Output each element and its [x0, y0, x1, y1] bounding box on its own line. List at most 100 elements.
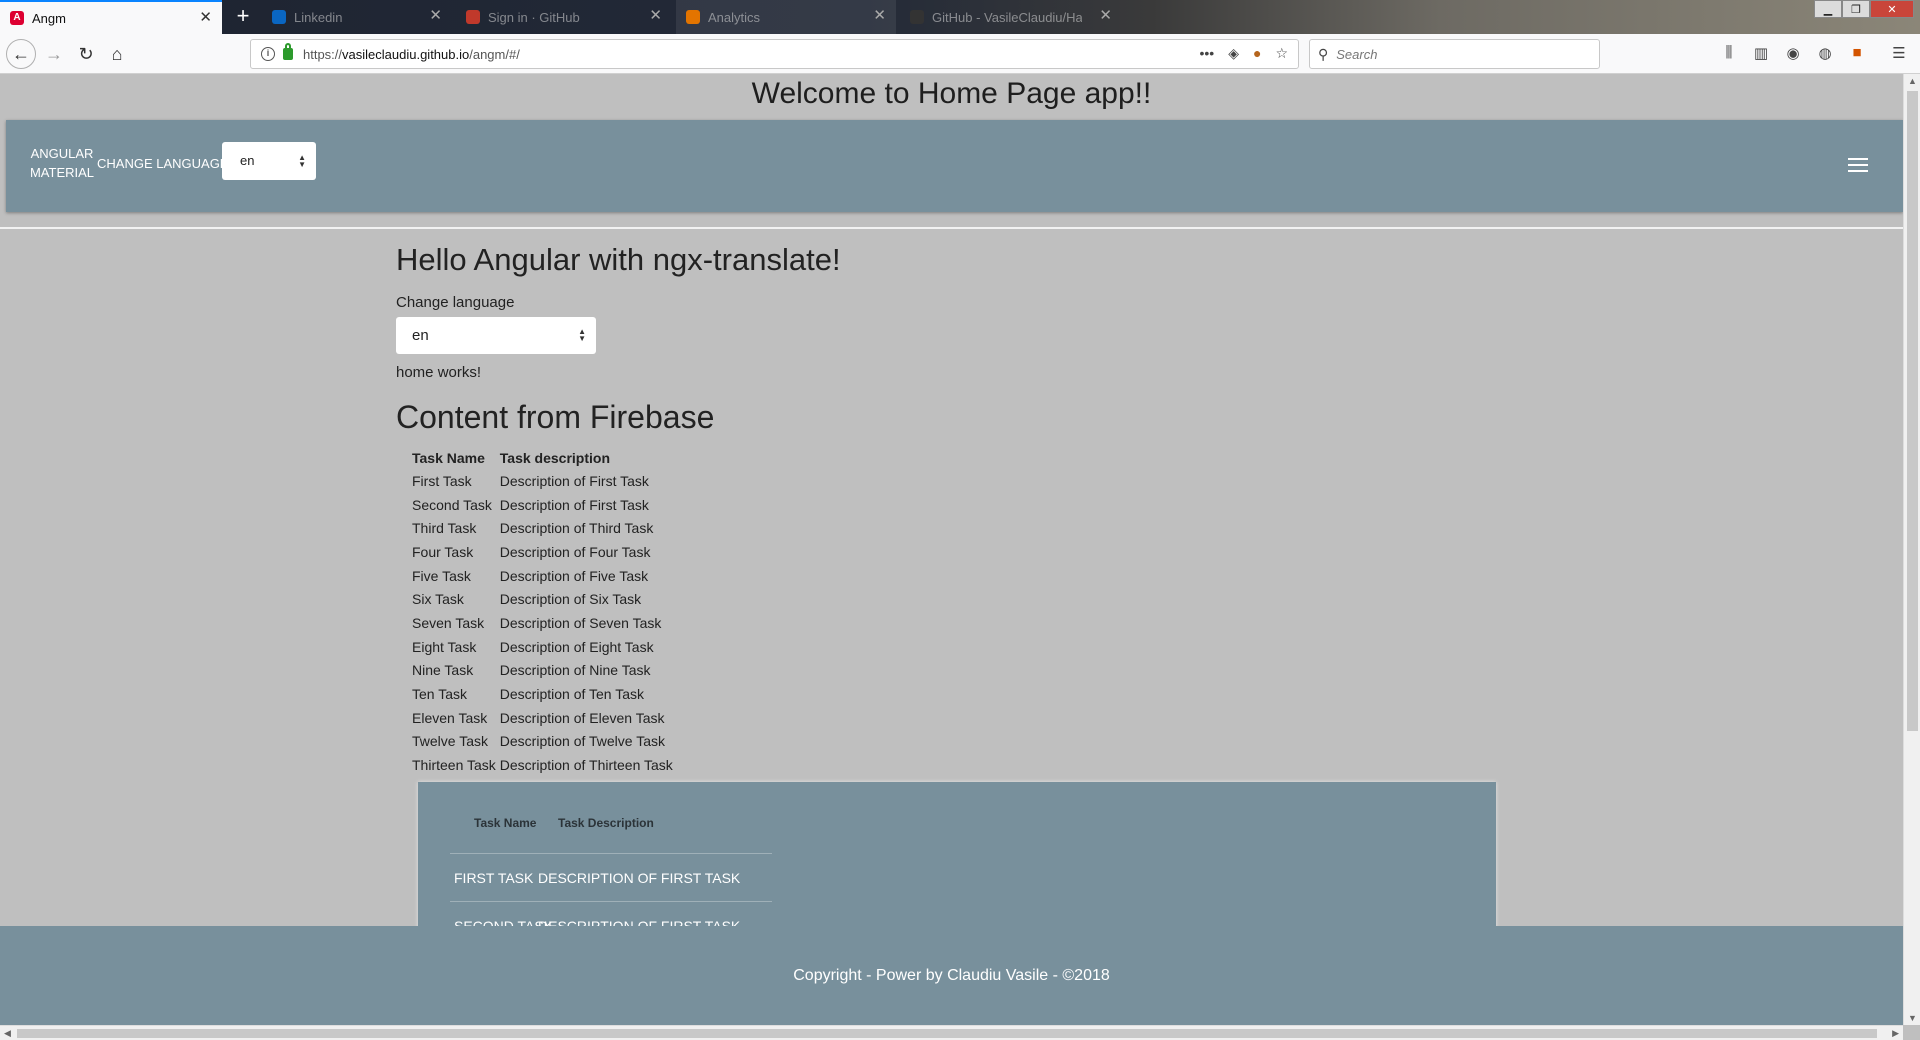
scroll-down-icon[interactable]: ▼: [1908, 1013, 1917, 1023]
sync-icon[interactable]: ◍: [1816, 44, 1834, 62]
close-tab-icon[interactable]: ✕: [873, 8, 886, 24]
back-icon[interactable]: ←: [6, 39, 36, 69]
task-name-cell: Five Task: [412, 567, 471, 584]
library-icon[interactable]: ⫼: [1720, 44, 1738, 62]
toolbar-language-select[interactable]: en ▲ ▼: [222, 142, 316, 180]
close-window-icon[interactable]: ✕: [1870, 0, 1914, 18]
footer: Copyright - Power by Claudiu Vasile - ©2…: [0, 926, 1903, 1025]
reload-icon[interactable]: ↻: [72, 40, 100, 68]
home-icon[interactable]: ⌂: [103, 40, 131, 68]
page-title: Welcome to Home Page app!!: [751, 77, 1152, 110]
column-header: Task Name: [412, 450, 485, 466]
task-name-cell: Third Task: [412, 520, 477, 537]
tab-github-signin[interactable]: Sign in · GitHub ✕: [456, 0, 672, 34]
table-row: Eight Task Description of Eight Task: [410, 635, 675, 659]
task-name-cell: Four Task: [412, 543, 474, 560]
task-description-cell: Description of Five Task: [499, 567, 649, 584]
browser-tab-bar: A Angm ✕ + Linkedin ✕ Sign in · GitHub ✕…: [0, 0, 1920, 34]
column-header: Task description: [499, 450, 610, 466]
forward-icon[interactable]: →: [40, 40, 68, 68]
restore-icon[interactable]: ❐: [1842, 0, 1870, 18]
task-description-cell: Description of Thirteen Task: [499, 757, 673, 774]
task-name-cell: Thirteen Task: [412, 757, 496, 774]
url-bar[interactable]: i https://vasileclaudiu.github.io/angm/#…: [250, 39, 1299, 69]
page-actions-icon[interactable]: •••: [1199, 45, 1214, 62]
extension-icon[interactable]: ■: [1848, 44, 1866, 62]
minimize-icon[interactable]: ▁: [1814, 0, 1842, 18]
change-language-text: Change language: [396, 294, 515, 311]
select-caret-icon: ▲ ▼: [298, 153, 306, 169]
language-select[interactable]: en ▲ ▼: [396, 317, 596, 354]
search-icon: ⚲: [1318, 45, 1329, 62]
brand[interactable]: ANGULAR MATERIAL: [26, 144, 98, 182]
sidebar-icon[interactable]: ▥: [1752, 44, 1770, 62]
table-row: Six Task Description of Six Task: [410, 587, 675, 611]
close-tab-icon[interactable]: ✕: [649, 8, 662, 24]
brand-line1: ANGULAR: [30, 146, 94, 161]
linkedin-icon: [272, 10, 286, 24]
task-name-cell: Second Task: [412, 496, 492, 513]
column-header: Task Description: [558, 816, 654, 830]
task-description-cell: Description of Twelve Task: [499, 733, 666, 750]
hamburger-menu-icon[interactable]: [1848, 158, 1868, 176]
extension-icon[interactable]: ●: [1253, 45, 1261, 62]
table-row: Nine Task Description of Nine Task: [410, 659, 675, 683]
task-name-cell: Ten Task: [412, 686, 467, 703]
scroll-right-icon[interactable]: ▶: [1892, 1028, 1899, 1039]
angular-icon: A: [10, 11, 24, 25]
table-row: First Task Description of First Task: [410, 469, 675, 493]
info-icon[interactable]: i: [261, 47, 275, 61]
tab-github-repo[interactable]: GitHub - VasileClaudiu/Hai·Ci ✕: [900, 0, 1122, 34]
scrollbar-thumb[interactable]: [17, 1029, 1877, 1038]
firebase-heading: Content from Firebase: [396, 399, 715, 435]
new-tab-icon[interactable]: +: [230, 4, 256, 30]
github-icon: [910, 10, 924, 24]
table-row: Ten Task Description of Ten Task: [410, 682, 675, 706]
table-row: Thirteen Task Description of Thirteen Tas…: [410, 753, 675, 777]
url-text[interactable]: https://vasileclaudiu.github.io/angm/#/: [303, 47, 520, 62]
table-row: Twelve Task Description of Twelve Task: [410, 730, 675, 754]
material-table-header: Task Name Task Description: [450, 782, 772, 854]
task-name-cell: First Task: [412, 472, 472, 489]
tab-angm[interactable]: A Angm ✕: [0, 0, 222, 34]
addon-icon[interactable]: ◉: [1784, 44, 1802, 62]
horizontal-scrollbar[interactable]: ◀ ▶: [0, 1025, 1903, 1040]
task-name-cell: Eleven Task: [412, 709, 488, 726]
task-name-cell: Nine Task: [412, 662, 474, 679]
table-row: Seven Task Description of Seven Task: [410, 611, 675, 635]
table-row: Third Task Description of Third Task: [410, 516, 675, 540]
tab-linkedin[interactable]: Linkedin ✕: [262, 0, 452, 34]
table-row: Four Task Description of Four Task: [410, 540, 675, 564]
analytics-icon: [686, 10, 700, 24]
scroll-left-icon[interactable]: ◀: [4, 1028, 11, 1039]
search-box[interactable]: ⚲ Search: [1309, 39, 1600, 69]
task-description-cell: Description of Eight Task: [499, 638, 654, 655]
task-description-cell: Description of Eleven Task: [499, 709, 665, 726]
task-description-cell: Description of Six Task: [499, 591, 642, 608]
tab-analytics[interactable]: Analytics ✕: [676, 0, 896, 34]
task-description-cell: Description of Ten Task: [499, 686, 645, 703]
task-description-cell: Description of Third Task: [499, 520, 654, 537]
close-tab-icon[interactable]: ✕: [199, 10, 212, 26]
menu-icon[interactable]: ☰: [1890, 44, 1908, 62]
table-row: Second Task Description of First Task: [410, 493, 675, 517]
close-tab-icon[interactable]: ✕: [1099, 8, 1112, 24]
web-page: Welcome to Home Page app!! ANGULAR MATER…: [0, 74, 1903, 1025]
browser-nav-bar: ← → ↻ ⌂ i https://vasileclaudiu.github.i…: [0, 34, 1920, 74]
task-description-cell: Description of Seven Task: [499, 614, 662, 631]
table-row[interactable]: FIRST TASK DESCRIPTION OF FIRST TASK: [450, 854, 772, 902]
vertical-scrollbar[interactable]: ▲ ▼: [1903, 74, 1920, 1025]
divider: [0, 227, 1903, 229]
column-header: Task Name: [474, 816, 537, 830]
scrollbar-thumb[interactable]: [1907, 91, 1918, 731]
task-description-cell: DESCRIPTION OF FIRST TASK: [538, 870, 741, 886]
bookmark-star-icon[interactable]: ☆: [1275, 45, 1288, 62]
close-tab-icon[interactable]: ✕: [429, 8, 442, 24]
task-name-cell: Eight Task: [412, 638, 477, 655]
scroll-up-icon[interactable]: ▲: [1908, 76, 1917, 86]
pocket-icon[interactable]: ◈: [1228, 45, 1239, 62]
hello-heading: Hello Angular with ngx-translate!: [396, 242, 841, 277]
toolbar-language-value: en: [240, 153, 255, 168]
table-row: Five Task Description of Five Task: [410, 564, 675, 588]
task-description-cell: Description of First Task: [499, 496, 649, 513]
